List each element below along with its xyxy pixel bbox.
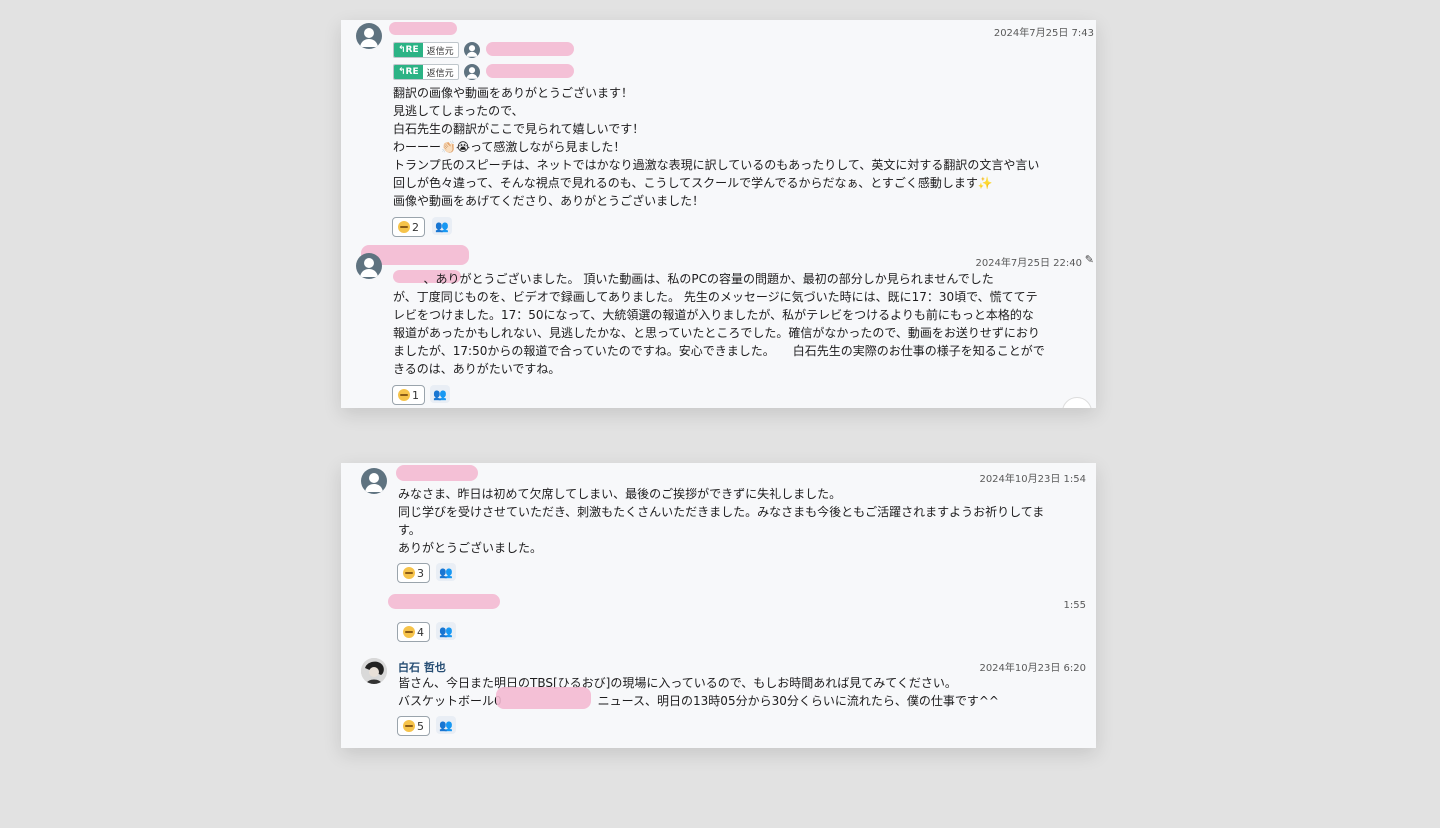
reaction-count: 5 <box>417 719 424 733</box>
grimace-emoji-icon <box>403 626 415 638</box>
message-card-1: 2024年7月25日 7:43 ↰ RE 返信元 ↰ RE 返信元 翻訳の画像や動画… <box>341 20 1096 408</box>
message-body: 、ありがとうございました。 頂いた動画は、私のPCの容量の問題か、最初の部分しか… <box>393 272 1045 376</box>
reaction-count: 3 <box>417 566 424 580</box>
grimace-emoji-icon <box>403 720 415 732</box>
message-body: みなさま、昨日は初めて欠席してしまい、最後のご挨拶ができずに失礼しました。 同じ… <box>398 487 1045 555</box>
reply-tag-text: RE <box>405 67 419 77</box>
message-timestamp: 2024年7月25日 22:40 <box>975 258 1082 269</box>
user-list-icon[interactable]: 👥 <box>436 622 456 640</box>
message-timestamp: 1:55 <box>1063 600 1086 611</box>
reaction-button[interactable]: 3 <box>397 563 430 583</box>
message-timestamp: 2024年7月25日 7:43 <box>993 28 1094 39</box>
pencil-icon[interactable]: ✎ <box>1085 253 1094 266</box>
reply-arrow-icon: ↰ <box>398 67 406 77</box>
grimace-emoji-icon <box>403 567 415 579</box>
user-list-icon[interactable]: 👥 <box>436 716 456 734</box>
reply-label: 返信元 <box>426 68 454 79</box>
message-card-2: 2024年10月23日 1:54 みなさま、昨日は初めて欠席してしまい、最後のご… <box>341 463 1096 748</box>
redacted-username <box>389 22 457 35</box>
redacted-username <box>388 594 500 609</box>
reply-label: 返信元 <box>426 46 454 57</box>
sender-name[interactable]: 白石 哲也 <box>398 659 446 675</box>
grimace-emoji-icon <box>398 221 410 233</box>
reply-badge[interactable]: ↰ RE 返信元 <box>393 64 459 80</box>
user-avatar-icon <box>463 64 480 80</box>
user-photo-avatar[interactable] <box>361 658 387 684</box>
reaction-button[interactable]: 5 <box>397 716 430 736</box>
reaction-count: 4 <box>417 625 424 639</box>
reply-reference[interactable]: ↰ RE 返信元 <box>393 64 480 80</box>
user-avatar-icon <box>463 42 480 58</box>
reply-tag: ↰ RE <box>394 65 423 79</box>
reaction-button[interactable]: 1 <box>392 385 425 405</box>
reply-badge[interactable]: ↰ RE 返信元 <box>393 42 459 58</box>
redacted-username <box>486 42 574 56</box>
redacted-text <box>496 687 591 709</box>
message-body: 皆さん、今日また明日のTBS[ひるおび]の現場に入っているので、もしお時間あれば… <box>398 676 999 708</box>
redacted-username <box>396 465 478 481</box>
scroll-button[interactable] <box>1062 397 1092 408</box>
message-timestamp: 2024年10月23日 1:54 <box>979 474 1086 485</box>
user-avatar-icon[interactable] <box>356 253 382 279</box>
reply-tag: ↰ RE <box>394 43 423 57</box>
reply-arrow-icon: ↰ <box>398 45 406 55</box>
user-avatar-icon[interactable] <box>361 468 387 494</box>
redacted-username <box>486 64 574 78</box>
reaction-button[interactable]: 4 <box>397 622 430 642</box>
reply-tag-text: RE <box>405 45 419 55</box>
user-list-icon[interactable]: 👥 <box>432 217 452 235</box>
reaction-count: 1 <box>412 388 419 402</box>
reaction-count: 2 <box>412 220 419 234</box>
user-avatar-icon[interactable] <box>356 23 382 49</box>
message-timestamp: 2024年10月23日 6:20 <box>979 663 1086 674</box>
reaction-button[interactable]: 2 <box>392 217 425 237</box>
message-body: 翻訳の画像や動画をありがとうございます！ 見逃してしまったので、 白石先生の翻訳… <box>393 86 1040 208</box>
user-list-icon[interactable]: 👥 <box>430 385 450 403</box>
reply-reference[interactable]: ↰ RE 返信元 <box>393 42 480 58</box>
user-list-icon[interactable]: 👥 <box>436 563 456 581</box>
grimace-emoji-icon <box>398 389 410 401</box>
